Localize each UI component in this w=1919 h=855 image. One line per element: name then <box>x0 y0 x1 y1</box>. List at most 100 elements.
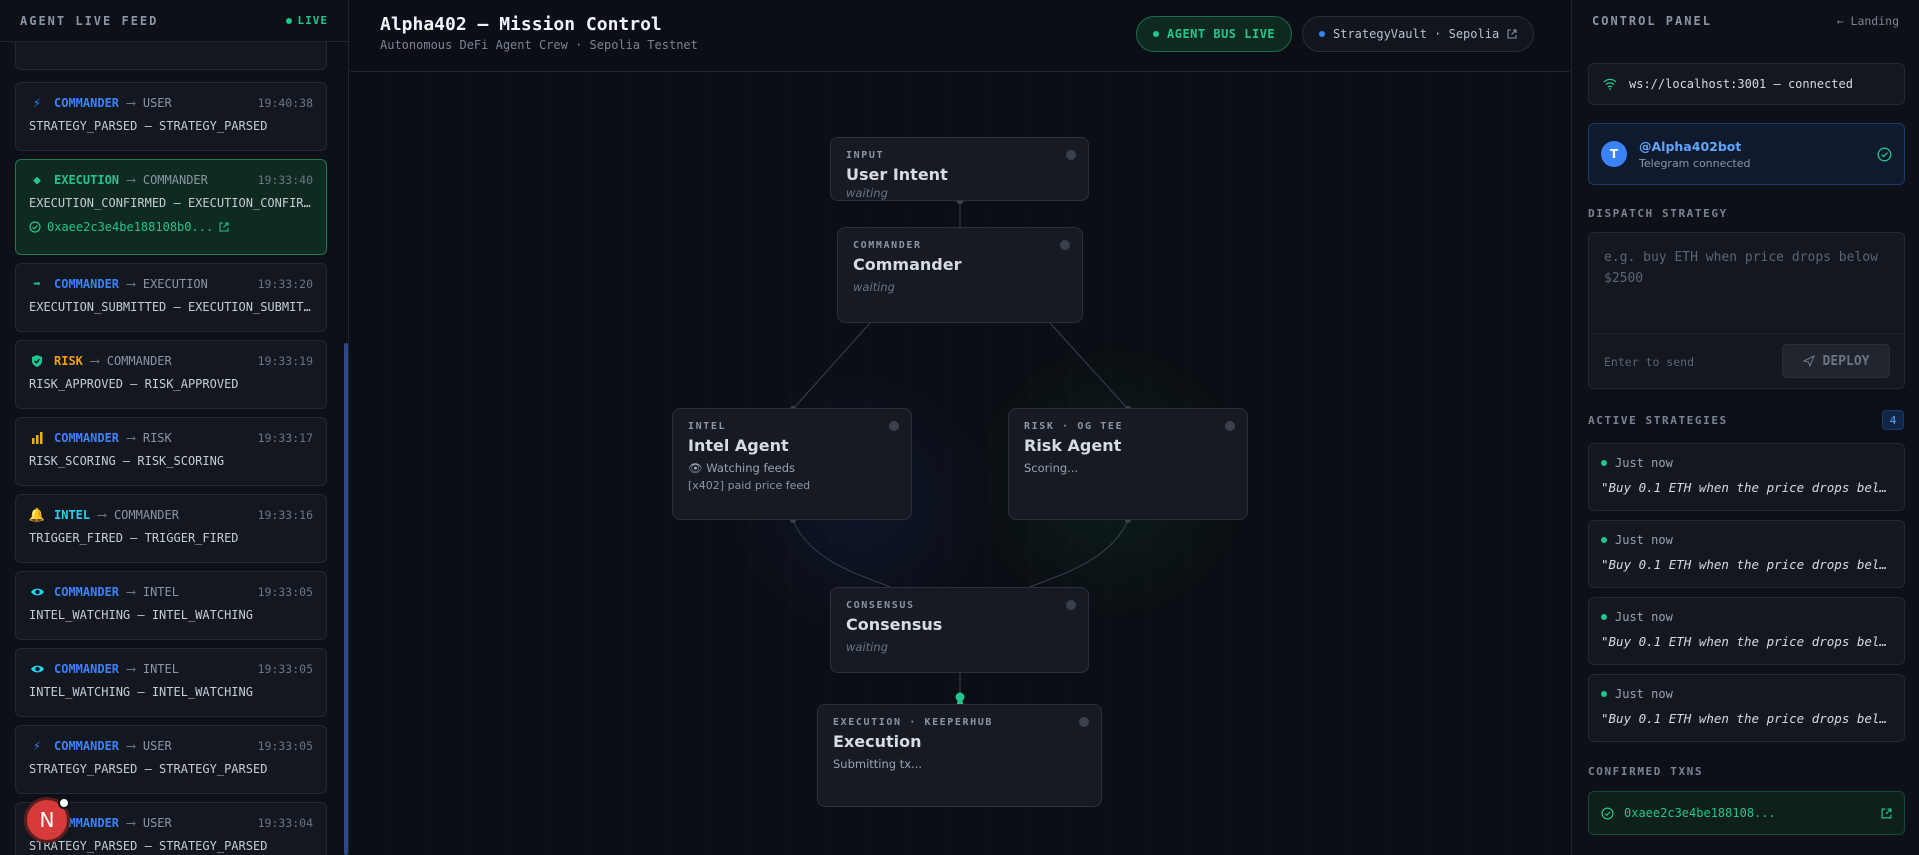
active-count-badge: 4 <box>1882 410 1904 430</box>
feed-from: EXECUTION <box>54 173 120 187</box>
node-status-dot-icon <box>889 421 899 431</box>
feed-from: RISK <box>54 354 83 368</box>
strategy-time: Just now <box>1615 610 1673 624</box>
node-detail: Submitting tx... <box>833 757 923 771</box>
mission-control: Alpha402 — Mission Control Autonomous De… <box>350 0 1570 855</box>
feed-message: STRATEGY_PARSED — STRATEGY_PARSED <box>29 119 268 133</box>
bell-icon: 🔔 <box>28 507 46 523</box>
node-commander[interactable]: COMMANDER Commander waiting <box>837 227 1083 323</box>
edge-commander-risk <box>1049 322 1129 410</box>
arrow-icon: ⟶ <box>127 172 135 188</box>
ws-status-text: ws://localhost:3001 — connected <box>1629 77 1853 91</box>
strategy-vault-link[interactable]: StrategyVault · Sepolia <box>1302 16 1535 52</box>
edge-commander-intel <box>792 322 871 410</box>
list-item[interactable]: COMMANDER ⟶ RISK 19:33:17 RISK_SCORING —… <box>15 417 327 486</box>
feed-message: TRIGGER_FIRED — TRIGGER_FIRED <box>29 531 239 545</box>
feed-message: EXECUTION_CONFIRMED — EXECUTION_CONFIRME… <box>29 196 313 210</box>
edge-risk-consensus <box>1029 519 1129 588</box>
node-status: waiting <box>853 280 895 294</box>
arrow-icon: ⟶ <box>127 95 135 111</box>
node-name: Risk Agent <box>1024 436 1122 455</box>
agent-bus-status-badge: AGENT BUS LIVE <box>1136 16 1293 52</box>
status-dot-icon <box>1153 31 1159 37</box>
telegram-connection[interactable]: T @Alpha402bot Telegram connected <box>1588 123 1905 185</box>
list-item[interactable]: 🔔 INTEL ⟶ COMMANDER 19:33:16 TRIGGER_FIR… <box>15 494 327 563</box>
strategy-card[interactable]: Just now "Buy 0.1 ETH when the price dro… <box>1588 443 1905 511</box>
confirmed-txn-item[interactable]: 0xaee2c3e4be188108... <box>1588 791 1905 835</box>
list-item[interactable]: ⚡ COMMANDER ⟶ USER 19:33:05 STRATEGY_PAR… <box>15 725 327 794</box>
shield-check-icon <box>29 353 45 369</box>
strategy-card[interactable]: Just now "Buy 0.1 ETH when the price dro… <box>1588 597 1905 665</box>
feed-scroll-area[interactable]: ⚡ COMMANDER ⟶ USER 19:40:38 STRATEGY_PAR… <box>0 42 348 855</box>
strategy-card[interactable]: Just now "Buy 0.1 ETH when the price dro… <box>1588 520 1905 588</box>
list-item[interactable]: COMMANDER ⟶ INTEL 19:33:05 INTEL_WATCHIN… <box>15 648 327 717</box>
feed-from: COMMANDER <box>54 431 120 445</box>
strategy-time: Just now <box>1615 533 1673 547</box>
edge-intel-consensus <box>792 519 891 588</box>
list-item[interactable]: ➡ COMMANDER ⟶ EXECUTION 19:33:20 EXECUTI… <box>15 263 327 332</box>
node-intel-agent[interactable]: INTEL Intel Agent 👁 Watching feeds [x402… <box>672 408 912 520</box>
external-link-icon <box>1507 29 1517 39</box>
node-consensus[interactable]: CONSENSUS Consensus waiting <box>830 587 1089 673</box>
deploy-label: DEPLOY <box>1822 353 1870 369</box>
strategy-input[interactable] <box>1604 247 1884 327</box>
list-item[interactable]: ◆ EXECUTION ⟶ COMMANDER 19:33:40 EXECUTI… <box>15 159 327 255</box>
node-status-dot-icon <box>1225 421 1235 431</box>
strategy-card[interactable]: Just now "Buy 0.1 ETH when the price dro… <box>1588 674 1905 742</box>
node-execution[interactable]: EXECUTION · KEEPERHUB Execution Submitti… <box>817 704 1102 807</box>
page-subtitle: Autonomous DeFi Agent Crew · Sepolia Tes… <box>380 38 698 52</box>
node-category: EXECUTION · KEEPERHUB <box>833 717 994 728</box>
landing-link[interactable]: ← Landing <box>1837 14 1899 28</box>
deploy-button[interactable]: DEPLOY <box>1782 344 1890 378</box>
divider <box>1589 333 1904 334</box>
dispatch-strategy-label: DISPATCH STRATEGY <box>1588 207 1728 220</box>
vault-label: StrategyVault · Sepolia <box>1333 27 1500 41</box>
node-risk-agent[interactable]: RISK · OG TEE Risk Agent Scoring... <box>1008 408 1248 520</box>
check-circle-icon <box>29 221 41 233</box>
list-item[interactable]: COMMANDER ⟶ INTEL 19:33:05 INTEL_WATCHIN… <box>15 571 327 640</box>
feed-from: COMMANDER <box>54 96 120 110</box>
agent-live-feed: AGENT LIVE FEED LIVE ⚡ COMMANDER ⟶ USER … <box>0 0 349 855</box>
arrow-icon: ⟶ <box>90 353 99 369</box>
feed-to: USER <box>142 96 172 110</box>
feed-to: INTEL <box>142 585 179 599</box>
bar-chart-icon <box>29 430 45 446</box>
active-strategies-label: ACTIVE STRATEGIES <box>1588 414 1728 427</box>
control-panel: CONTROL PANEL ← Landing ws://localhost:3… <box>1571 0 1919 855</box>
active-dot-icon <box>1601 614 1607 620</box>
node-user-intent[interactable]: INPUT User Intent waiting <box>830 137 1089 201</box>
arrow-icon: ⟶ <box>127 738 135 754</box>
strategy-text: "Buy 0.1 ETH when the price drops below … <box>1601 480 1892 495</box>
feed-to: EXECUTION <box>142 277 208 291</box>
check-circle-icon <box>1601 806 1614 820</box>
node-status-dot-icon <box>1079 717 1089 727</box>
tx-link[interactable]: 0xaee2c3e4be188108b0... <box>29 220 313 234</box>
node-status: waiting <box>846 640 888 654</box>
panel-title: CONTROL PANEL <box>1592 14 1712 28</box>
list-item[interactable]: RISK ⟶ COMMANDER 19:33:19 RISK_APPROVED … <box>15 340 327 409</box>
tx-hash: 0xaee2c3e4be188108b0... <box>47 220 214 234</box>
bolt-icon: ⚡ <box>33 738 41 754</box>
feed-scrollbar[interactable] <box>344 343 348 855</box>
agent-graph-canvas[interactable]: INPUT User Intent waiting COMMANDER Comm… <box>350 73 1570 855</box>
active-dot-icon <box>1601 691 1607 697</box>
feed-to: COMMANDER <box>113 508 179 522</box>
external-link-icon <box>219 222 229 232</box>
bolt-icon: ⚡ <box>33 95 41 111</box>
fab-badge-dot <box>58 797 70 809</box>
list-item[interactable] <box>15 42 327 70</box>
arrow-right-icon: ➡ <box>33 276 41 292</box>
node-name: User Intent <box>846 165 948 184</box>
txn-hash: 0xaee2c3e4be188108... <box>1624 806 1776 820</box>
external-link-icon <box>1881 807 1892 819</box>
strategy-composer: Enter to send DEPLOY <box>1588 232 1905 389</box>
network-dot-icon <box>1319 31 1325 37</box>
node-detail-secondary: [x402] paid price feed <box>688 479 811 492</box>
feed-time: 19:33:17 <box>257 431 313 445</box>
feed-message: STRATEGY_PARSED — STRATEGY_PARSED <box>29 839 268 853</box>
avatar: T <box>1601 141 1627 167</box>
check-circle-icon <box>1877 147 1892 161</box>
feed-to: COMMANDER <box>106 354 172 368</box>
list-item[interactable]: ⚡ COMMANDER ⟶ USER 19:40:38 STRATEGY_PAR… <box>15 82 327 151</box>
arrow-icon: ⟶ <box>127 584 135 600</box>
